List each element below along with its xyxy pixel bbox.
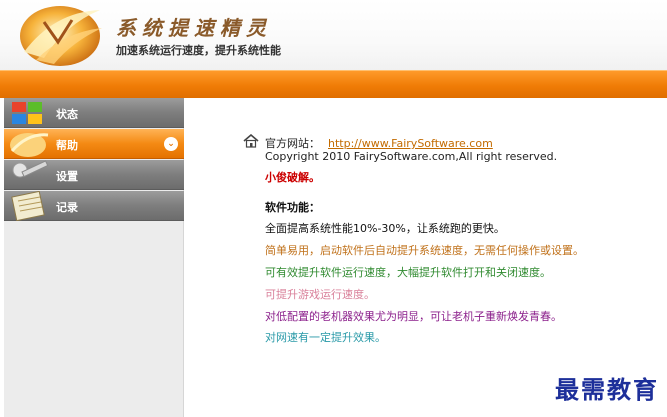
copyright-text: Copyright 2010 FairySoftware.com,All rig… (265, 150, 558, 163)
feature-item: 可提升游戏运行速度。 (265, 288, 375, 301)
sidebar-item-help[interactable]: 帮助 ⌄ (4, 129, 184, 159)
notebook-icon (6, 191, 52, 221)
app-subtitle: 加速系统运行速度，提升系统性能 (116, 44, 281, 57)
sidebar-item-label: 状态 (56, 108, 78, 121)
app-title: 系统提速精灵 (116, 16, 272, 40)
watermark-text: 最需教育 (555, 375, 659, 404)
chevron-down-icon[interactable]: ⌄ (164, 137, 178, 151)
feature-item: 简单易用，启动软件后自动提升系统速度，无需任何操作或设置。 (265, 244, 584, 257)
sidebar-item-status[interactable]: 状态 (4, 98, 184, 128)
website-label: 官方网站： (265, 137, 320, 150)
sidebar-item-label: 设置 (56, 170, 78, 183)
sidebar: 状态 帮助 ⌄ 设置 记录 (4, 98, 184, 417)
sidebar-item-label: 帮助 (56, 139, 78, 152)
website-link[interactable]: http://www.FairySoftware.com (328, 137, 493, 150)
website-row: 官方网站： http://www.FairySoftware.com (265, 135, 493, 151)
windows-flag-icon (6, 98, 52, 128)
feature-item: 对网速有一定提升效果。 (265, 331, 386, 344)
help-ball-icon (6, 129, 52, 159)
sidebar-item-log[interactable]: 记录 (4, 191, 184, 221)
sidebar-item-label: 记录 (56, 201, 78, 214)
feature-item: 全面提高系统性能10%-30%，让系统跑的更快。 (265, 222, 505, 235)
features-title: 软件功能： (265, 201, 320, 214)
sidebar-item-settings[interactable]: 设置 (4, 160, 184, 190)
cracked-note: 小俊破解。 (265, 171, 320, 184)
header-accent-bar (0, 70, 667, 98)
wrench-icon (6, 160, 52, 190)
feature-item: 对低配置的老机器效果尤为明显，可让老机子重新焕发青春。 (265, 310, 562, 323)
home-icon (243, 133, 259, 148)
app-header: 系统提速精灵 加速系统运行速度，提升系统性能 (0, 0, 667, 70)
app-logo-icon (14, 2, 106, 68)
feature-item: 可有效提升软件运行速度，大幅提升软件打开和关闭速度。 (265, 266, 551, 279)
